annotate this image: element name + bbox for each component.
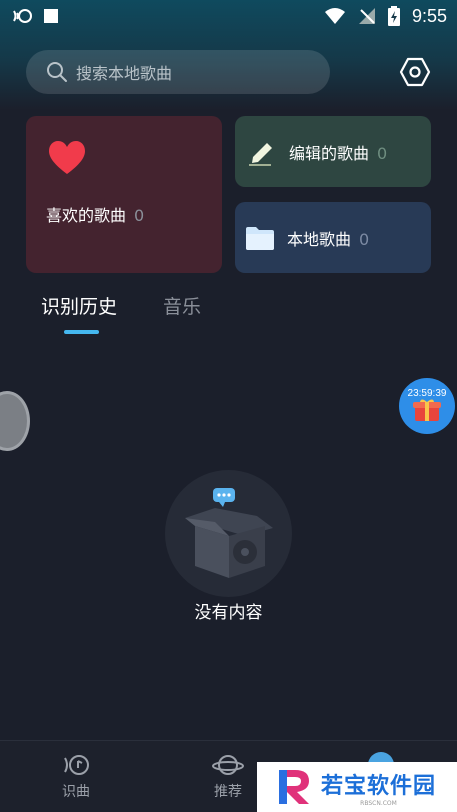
search-placeholder: 搜索本地歌曲 [76, 64, 173, 83]
no-signal-icon [358, 8, 375, 24]
local-songs-count: 0 [359, 229, 370, 249]
active-tab-indicator [64, 330, 99, 334]
watermark-title: 若宝软件园 [321, 773, 437, 799]
watermark-subtitle: RBSCN.COM [360, 799, 397, 807]
empty-state-illustration [165, 470, 292, 597]
edited-songs-card[interactable]: 编辑的歌曲 0 [235, 116, 431, 187]
favorite-songs-label: 喜欢的歌曲 0 [46, 206, 145, 225]
local-songs-card[interactable]: 本地歌曲 0 [235, 202, 431, 273]
nav-label-recognize: 识曲 [62, 784, 90, 800]
status-time: 9:55 [411, 5, 447, 26]
wifi-icon [324, 8, 345, 24]
nav-item-recommend[interactable]: 推荐 [198, 753, 258, 801]
search-input[interactable]: 搜索本地歌曲 [26, 50, 330, 94]
nav-label-recommend: 推荐 [214, 784, 242, 800]
tab-recognition-history[interactable]: 识别历史 [41, 292, 117, 319]
empty-box-icon [185, 488, 273, 578]
pencil-icon [249, 142, 272, 166]
local-songs-label: 本地歌曲 0 [287, 229, 370, 249]
heart-icon [49, 141, 85, 174]
tab-music[interactable]: 音乐 [163, 292, 201, 319]
gift-box-icon [413, 399, 441, 421]
watermark-logo-icon [279, 770, 309, 804]
gift-timer-text: 23:59:39 [407, 388, 447, 399]
notification-square-icon [44, 9, 58, 23]
nfc-icon [13, 9, 32, 23]
favorite-songs-card[interactable]: 喜欢的歌曲 0 [26, 116, 222, 273]
battery-icon [387, 6, 400, 26]
favorite-songs-count: 0 [134, 206, 145, 225]
recognize-icon [64, 755, 89, 775]
nav-item-recognize[interactable]: 识曲 [46, 753, 106, 801]
settings-hexagon-icon[interactable] [399, 56, 431, 88]
folder-icon [246, 226, 274, 250]
gift-timer-button[interactable]: 23:59:39 [399, 378, 455, 434]
watermark-banner: 若宝软件园 RBSCN.COM [257, 762, 457, 812]
floating-recognize-button[interactable] [0, 391, 30, 451]
empty-state-text: 没有内容 [194, 603, 263, 623]
status-bar: 9:55 [0, 0, 457, 32]
search-icon [47, 62, 67, 82]
edited-songs-label: 编辑的歌曲 0 [289, 143, 388, 163]
edited-songs-count: 0 [377, 143, 388, 163]
planet-icon [212, 755, 244, 775]
